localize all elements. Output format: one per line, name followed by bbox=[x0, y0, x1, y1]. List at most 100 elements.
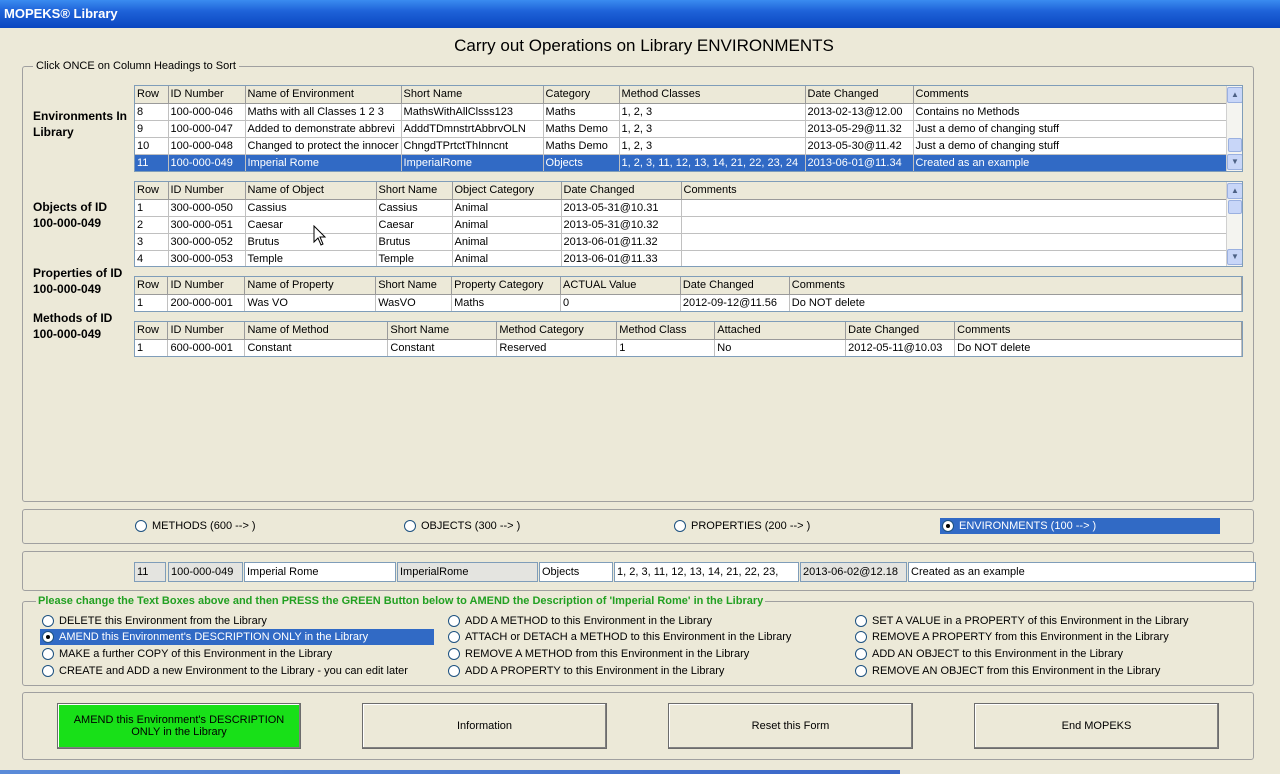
radio-button-icon[interactable] bbox=[855, 665, 867, 677]
op-add-property-radio[interactable]: ADD A PROPERTY to this Environment in th… bbox=[448, 663, 838, 679]
objects-scrollbar[interactable]: ▲ ▼ bbox=[1226, 182, 1242, 266]
cell: Temple bbox=[245, 250, 377, 266]
col-header-date-changed[interactable]: Date Changed bbox=[680, 277, 790, 295]
col-header-comments[interactable]: Comments bbox=[913, 86, 1230, 104]
comments-input[interactable]: Created as an example bbox=[908, 562, 1256, 582]
objects-grid[interactable]: Row ID Number Name of Object Short Name … bbox=[134, 181, 1243, 267]
objects-section-label: Objects of ID 100-000-049 bbox=[33, 200, 108, 230]
col-header-method-classes[interactable]: Method Classes bbox=[619, 86, 806, 104]
scroll-thumb[interactable] bbox=[1228, 138, 1242, 152]
radio-button-icon[interactable] bbox=[42, 615, 54, 627]
cell: Caesar bbox=[245, 216, 377, 234]
op-set-value-radio[interactable]: SET A VALUE in a PROPERTY of this Enviro… bbox=[855, 613, 1245, 629]
type-methods-radio[interactable]: METHODS (600 --> ) bbox=[135, 518, 335, 534]
radio-button-icon[interactable] bbox=[448, 615, 460, 627]
radio-button-icon[interactable] bbox=[42, 648, 54, 660]
col-header-name[interactable]: Name of Environment bbox=[245, 86, 402, 104]
col-header-category[interactable]: Category bbox=[543, 86, 620, 104]
table-row[interactable]: 1 300-000-050 Cassius Cassius Animal 201… bbox=[135, 199, 1229, 217]
col-header-short-name[interactable]: Short Name bbox=[376, 182, 453, 200]
scroll-up-icon[interactable]: ▲ bbox=[1227, 87, 1242, 103]
op-add-method-radio[interactable]: ADD A METHOD to this Environment in the … bbox=[448, 613, 838, 629]
col-header-date-changed[interactable]: Date Changed bbox=[845, 322, 956, 340]
col-header-method-class[interactable]: Method Class bbox=[616, 322, 716, 340]
table-row[interactable]: 3 300-000-052 Brutus Brutus Animal 2013-… bbox=[135, 233, 1229, 251]
col-header-name[interactable]: Name of Property bbox=[244, 277, 377, 295]
radio-button-icon[interactable] bbox=[404, 520, 416, 532]
method-classes-input[interactable]: 1, 2, 3, 11, 12, 13, 14, 21, 22, 23, bbox=[614, 562, 799, 582]
radio-button-icon[interactable] bbox=[855, 648, 867, 660]
col-header-id[interactable]: ID Number bbox=[168, 182, 246, 200]
type-properties-radio[interactable]: PROPERTIES (200 --> ) bbox=[674, 518, 874, 534]
scroll-thumb[interactable] bbox=[1228, 200, 1242, 214]
col-header-row[interactable]: Row bbox=[135, 182, 169, 200]
op-remove-property-radio[interactable]: REMOVE A PROPERTY from this Environment … bbox=[855, 629, 1245, 645]
col-header-short-name[interactable]: Short Name bbox=[401, 86, 544, 104]
radio-button-icon[interactable] bbox=[674, 520, 686, 532]
type-environments-radio[interactable]: ENVIRONMENTS (100 --> ) bbox=[940, 518, 1220, 534]
table-row[interactable]: 1 600-000-001 Constant Constant Reserved… bbox=[135, 339, 1242, 356]
col-header-row[interactable]: Row bbox=[135, 86, 169, 104]
col-header-attached[interactable]: Attached bbox=[714, 322, 847, 340]
col-header-actual-value[interactable]: ACTUAL Value bbox=[560, 277, 681, 295]
op-copy-radio[interactable]: MAKE a further COPY of this Environment … bbox=[42, 646, 434, 662]
radio-button-icon[interactable] bbox=[42, 665, 54, 677]
op-attach-method-radio[interactable]: ATTACH or DETACH a METHOD to this Enviro… bbox=[448, 629, 838, 645]
table-row[interactable]: 9 100-000-047 Added to demonstrate abbre… bbox=[135, 120, 1230, 138]
cell: ImperialRome bbox=[401, 154, 544, 171]
methods-grid[interactable]: Row ID Number Name of Method Short Name … bbox=[134, 321, 1243, 357]
col-header-id[interactable]: ID Number bbox=[168, 86, 246, 104]
col-header-id[interactable]: ID Number bbox=[167, 322, 246, 340]
radio-button-selected-icon[interactable] bbox=[42, 631, 54, 643]
table-row-selected[interactable]: 11 100-000-049 Imperial Rome ImperialRom… bbox=[135, 154, 1230, 171]
col-header-short-name[interactable]: Short Name bbox=[387, 322, 498, 340]
table-row[interactable]: 1 200-000-001 Was VO WasVO Maths 0 2012-… bbox=[135, 294, 1242, 311]
col-header-row[interactable]: Row bbox=[135, 322, 169, 340]
cell: Created as an example bbox=[913, 154, 1230, 171]
information-button[interactable]: Information bbox=[362, 703, 607, 749]
table-row[interactable]: 8 100-000-046 Maths with all Classes 1 2… bbox=[135, 103, 1230, 121]
radio-button-icon[interactable] bbox=[448, 665, 460, 677]
radio-button-icon[interactable] bbox=[855, 615, 867, 627]
category-input[interactable]: Objects bbox=[539, 562, 613, 582]
col-header-category[interactable]: Method Category bbox=[496, 322, 618, 340]
radio-button-icon[interactable] bbox=[448, 631, 460, 643]
scroll-up-icon[interactable]: ▲ bbox=[1227, 183, 1242, 199]
op-add-object-radio[interactable]: ADD AN OBJECT to this Environment in the… bbox=[855, 646, 1245, 662]
col-header-short-name[interactable]: Short Name bbox=[375, 277, 453, 295]
op-create-radio[interactable]: CREATE and ADD a new Environment to the … bbox=[42, 663, 434, 679]
environments-grid[interactable]: Row ID Number Name of Environment Short … bbox=[134, 85, 1243, 172]
col-header-category[interactable]: Property Category bbox=[451, 277, 562, 295]
cell: 1 bbox=[135, 294, 169, 311]
col-header-comments[interactable]: Comments bbox=[789, 277, 1242, 295]
amend-button[interactable]: AMEND this Environment's DESCRIPTION ONL… bbox=[57, 703, 301, 749]
radio-button-icon[interactable] bbox=[855, 631, 867, 643]
col-header-name[interactable]: Name of Method bbox=[244, 322, 389, 340]
col-header-date-changed[interactable]: Date Changed bbox=[805, 86, 914, 104]
name-input[interactable]: Imperial Rome bbox=[244, 562, 396, 582]
col-header-comments[interactable]: Comments bbox=[954, 322, 1242, 340]
properties-grid[interactable]: Row ID Number Name of Property Short Nam… bbox=[134, 276, 1243, 312]
scroll-down-icon[interactable]: ▼ bbox=[1227, 154, 1242, 170]
col-header-comments[interactable]: Comments bbox=[681, 182, 1229, 200]
environments-scrollbar[interactable]: ▲ ▼ bbox=[1226, 86, 1242, 171]
col-header-date-changed[interactable]: Date Changed bbox=[561, 182, 682, 200]
col-header-category[interactable]: Object Category bbox=[452, 182, 562, 200]
end-mopeks-button[interactable]: End MOPEKS bbox=[974, 703, 1219, 749]
radio-button-icon[interactable] bbox=[448, 648, 460, 660]
table-row[interactable]: 4 300-000-053 Temple Temple Animal 2013-… bbox=[135, 250, 1229, 266]
col-header-name[interactable]: Name of Object bbox=[245, 182, 377, 200]
radio-button-icon[interactable] bbox=[135, 520, 147, 532]
op-remove-object-radio[interactable]: REMOVE AN OBJECT from this Environment i… bbox=[855, 663, 1245, 679]
op-amend-radio[interactable]: AMEND this Environment's DESCRIPTION ONL… bbox=[40, 629, 434, 645]
col-header-id[interactable]: ID Number bbox=[167, 277, 246, 295]
op-remove-method-radio[interactable]: REMOVE A METHOD from this Environment in… bbox=[448, 646, 838, 662]
reset-form-button[interactable]: Reset this Form bbox=[668, 703, 913, 749]
scroll-down-icon[interactable]: ▼ bbox=[1227, 249, 1242, 265]
table-row[interactable]: 10 100-000-048 Changed to protect the in… bbox=[135, 137, 1230, 155]
op-delete-radio[interactable]: DELETE this Environment from the Library bbox=[42, 613, 434, 629]
radio-button-selected-icon[interactable] bbox=[942, 520, 954, 532]
table-row[interactable]: 2 300-000-051 Caesar Caesar Animal 2013-… bbox=[135, 216, 1229, 234]
col-header-row[interactable]: Row bbox=[135, 277, 169, 295]
type-objects-radio[interactable]: OBJECTS (300 --> ) bbox=[404, 518, 604, 534]
